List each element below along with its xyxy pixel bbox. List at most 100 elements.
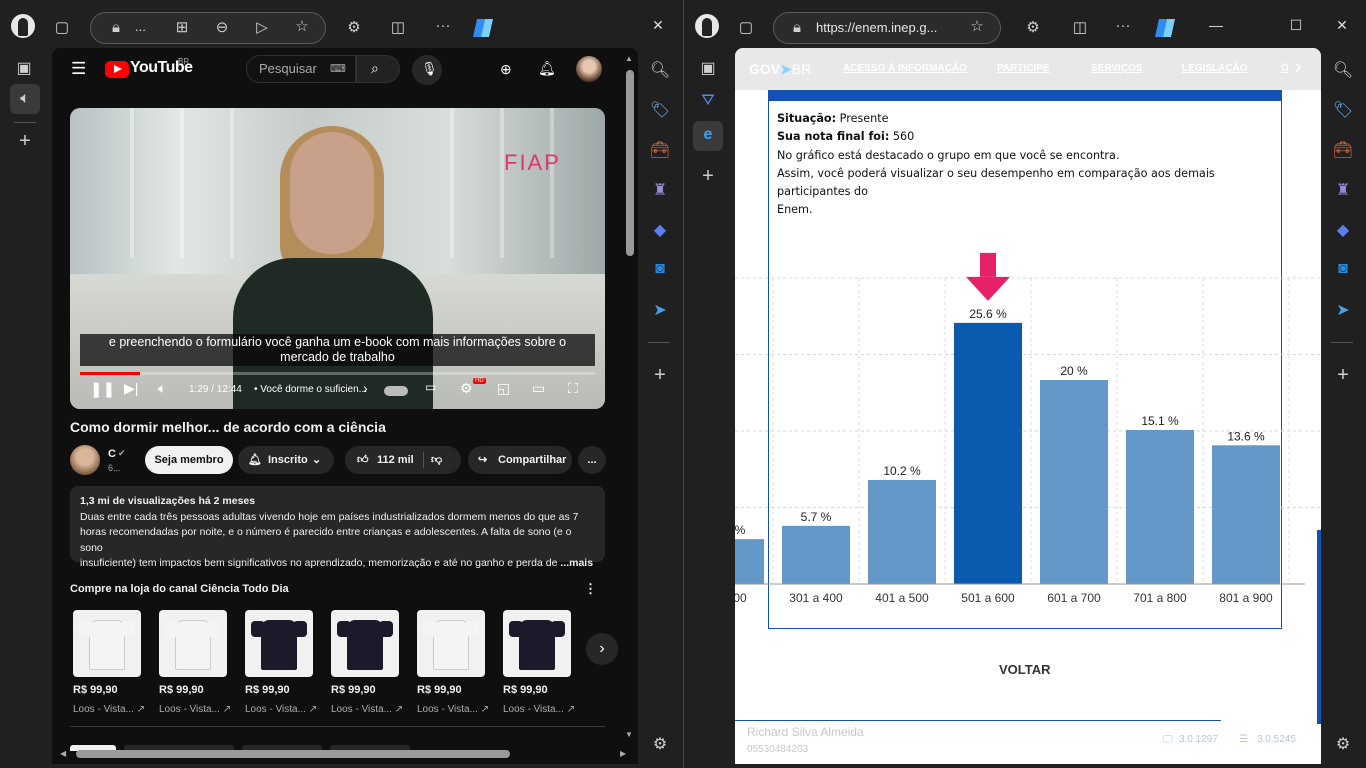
volume-icon[interactable]: 🔈︎ [158,380,166,397]
scroll-right-icon[interactable]: ▶ [620,749,626,758]
sidebar-shopping-icon[interactable]: 🏷︎ [647,100,673,120]
more-actions-button[interactable]: ... [578,446,606,474]
product-image[interactable] [331,610,399,677]
create-video-icon[interactable]: ⊕ [500,61,512,78]
address-bar[interactable]: 🔒︎ https://enem.inep.g... ☆ [773,12,1001,44]
sidebar-send-icon[interactable]: ➤ [1330,300,1356,320]
sidebar-tools-icon[interactable]: 🧰︎ [647,140,673,160]
account-avatar[interactable] [576,56,602,82]
sidebar-copilot-icon[interactable]: ◆ [647,220,673,240]
join-button[interactable]: Seja membro [145,446,233,474]
sidebar-copilot-icon[interactable]: ◆ [1330,220,1356,240]
shop-menu-icon[interactable]: ⋮ [584,581,597,597]
product-seller-link[interactable]: Loos - Vista... ↗ [503,704,575,715]
like-icon[interactable]: 👍︎ [357,446,369,474]
chapter-title[interactable]: • Você dorme o suficien... [254,384,367,395]
maximize-window-icon[interactable]: ☐ [1286,17,1306,34]
profile-avatar[interactable] [695,14,719,38]
sidebar-search-icon[interactable]: 🔍︎ [647,60,673,80]
description-more-link[interactable]: ...mais [560,557,593,569]
product-seller-link[interactable]: Loos - Vista... ↗ [245,704,317,715]
description-box[interactable]: 1,3 mi de visualizações há 2 meses Duas … [70,486,605,569]
sidebar-games-icon[interactable]: ♜ [647,180,673,200]
search-button[interactable]: ⌕ [356,55,400,83]
notifications-bell-icon[interactable]: 🔔︎ [538,60,556,77]
video-player[interactable]: FIAP e preenchendo o formulário você gan… [70,108,605,409]
gov-nav-legislacao[interactable]: LEGISLAÇÃO [1182,63,1248,74]
sidebar-outlook-icon[interactable]: ◙ [1330,260,1356,278]
voice-search-button[interactable]: 🎙︎ [412,55,442,85]
more-icon[interactable]: ··· [432,17,454,35]
sidebar-outlook-icon[interactable]: ◙ [647,260,673,278]
keyboard-icon[interactable]: ⌨ [330,62,346,75]
sidebar-tools-icon[interactable]: 🧰︎ [1330,140,1356,160]
tab-actions-icon[interactable]: ▣ [695,58,721,78]
product-image[interactable] [159,610,227,677]
share-button[interactable]: ↪ Compartilhar [468,446,572,474]
sidebar-add-icon[interactable]: + [1330,364,1356,387]
copilot-icon[interactable] [471,15,497,41]
subscribed-button[interactable]: 🔔︎ Inscrito ⌄ [238,446,334,474]
fullscreen-icon[interactable]: ⛶ [568,380,578,397]
more-icon[interactable]: ··· [1112,17,1134,35]
extensions-icon[interactable]: ⚙ [1022,19,1044,37]
sidebar-send-icon[interactable]: ➤ [647,300,673,320]
tab-actions-icon[interactable]: ▣ [11,58,37,78]
pause-icon[interactable]: ❚❚ [90,380,115,398]
zoom-out-icon[interactable]: ⊖ [211,19,233,37]
channel-name[interactable]: C [108,448,116,460]
gov-nav-next-icon[interactable]: › [1295,56,1302,79]
address-bar[interactable]: 🔒︎ ... ⊞ ⊖ ▷ ☆ [90,12,326,44]
favorite-star-icon[interactable]: ☆ [966,18,988,36]
sidebar-settings-icon[interactable]: ⚙ [647,734,673,754]
vertical-scrollbar-thumb[interactable] [626,70,634,256]
product-image[interactable] [245,610,313,677]
captions-icon[interactable]: ▭ [425,380,436,394]
split-screen-icon[interactable]: ◫ [387,19,409,37]
sidebar-shopping-icon[interactable]: 🏷︎ [1330,100,1356,120]
gov-nav-more[interactable]: Ó [1281,63,1289,74]
gov-nav-servicos[interactable]: SERVIÇOS [1091,63,1143,74]
channel-avatar[interactable] [70,445,100,475]
sidebar-add-icon[interactable]: + [647,364,673,387]
next-icon[interactable]: ▶| [124,380,138,397]
workspaces-icon[interactable]: ▢ [51,19,73,37]
vertical-tab-active[interactable]: 🔈︎ [10,84,40,114]
dislike-icon[interactable]: 👎︎ [431,446,442,474]
horizontal-scrollbar-thumb[interactable] [76,750,510,758]
product-image[interactable] [503,610,571,677]
vertical-tab-gov[interactable]: ⛛ [695,92,721,110]
gov-nav-acesso[interactable]: ACESSO À INFORMAÇÃO [843,63,967,74]
like-count[interactable]: 112 mil [377,446,414,474]
autoplay-toggle[interactable] [384,386,408,396]
miniplayer-icon[interactable]: ◱ [497,380,510,397]
next-products-button[interactable]: › [586,633,618,665]
profile-avatar[interactable] [11,14,35,38]
workspaces-icon[interactable]: ▢ [735,19,757,37]
scroll-left-icon[interactable]: ◀ [60,749,66,758]
close-window-icon[interactable]: ✕ [1332,17,1352,34]
product-image[interactable] [417,610,485,677]
close-window-icon[interactable]: ✕ [648,17,668,34]
theater-mode-icon[interactable]: ▭ [532,380,545,397]
menu-icon[interactable]: ☰ [71,59,86,79]
product-seller-link[interactable]: Loos - Vista... ↗ [417,704,489,715]
settings-icon[interactable]: ⚙ [460,380,473,397]
copilot-icon[interactable] [1153,15,1179,41]
new-tab-icon[interactable]: + [12,130,38,153]
voltar-button[interactable]: VOLTAR [999,662,1051,677]
product-seller-link[interactable]: Loos - Vista... ↗ [73,704,145,715]
scroll-down-icon[interactable]: ▼ [625,730,633,739]
new-tab-icon[interactable]: + [695,165,721,188]
video-progress-bar[interactable] [80,372,595,375]
product-seller-link[interactable]: Loos - Vista... ↗ [159,704,231,715]
read-aloud-icon[interactable]: ▷ [251,19,273,37]
gov-logo[interactable]: GOV➤BR [749,61,811,78]
product-image[interactable] [73,610,141,677]
chapter-arrow-icon[interactable]: › [363,380,368,396]
gov-nav-participe[interactable]: PARTICIPE [997,63,1050,74]
sidebar-games-icon[interactable]: ♜ [1330,180,1356,200]
sidebar-settings-icon[interactable]: ⚙ [1330,734,1356,754]
vertical-tab-active[interactable]: e [693,121,723,151]
minimize-window-icon[interactable]: — [1206,17,1226,33]
